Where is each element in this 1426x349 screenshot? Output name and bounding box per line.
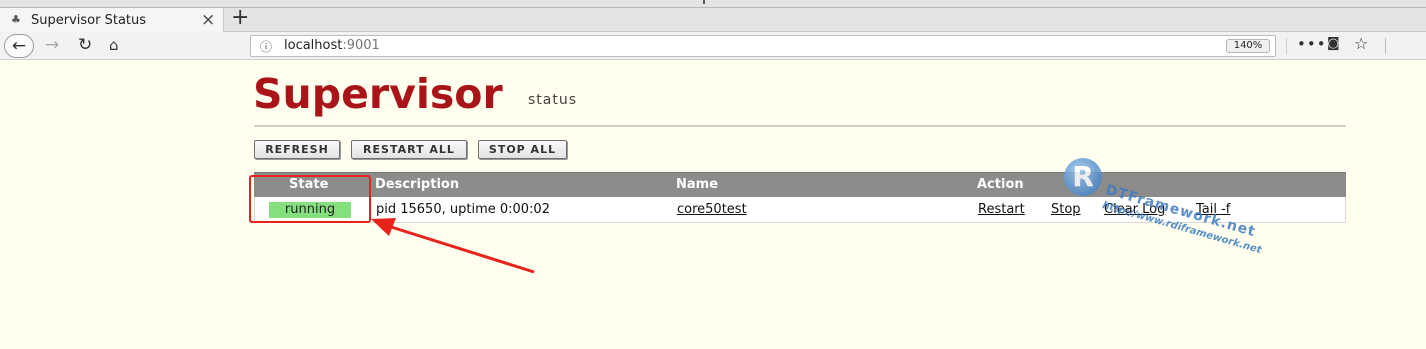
annotation-arrow-icon — [371, 218, 535, 274]
arrow-head — [371, 218, 396, 236]
arrow-shaft — [387, 224, 535, 274]
